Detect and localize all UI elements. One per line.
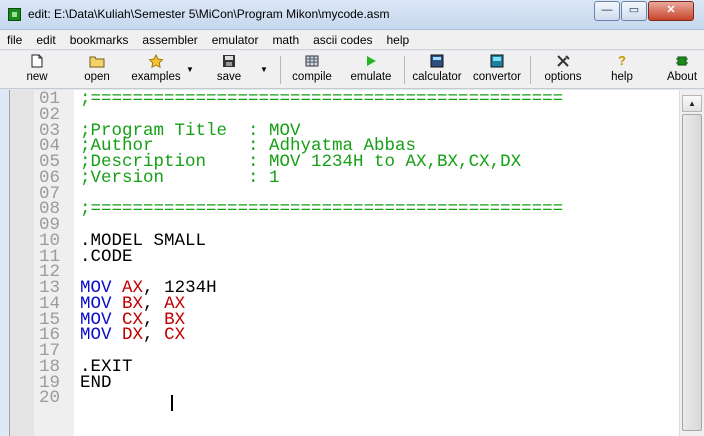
app-chip-icon bbox=[8, 8, 21, 21]
code-token: , bbox=[143, 325, 154, 346]
folder-icon bbox=[89, 56, 105, 68]
examples-label: examples bbox=[131, 71, 181, 83]
line-code: END bbox=[80, 372, 112, 393]
line-code: ;=======================================… bbox=[80, 199, 564, 220]
save-button[interactable]: save bbox=[210, 52, 248, 87]
toolbar-separator bbox=[530, 56, 531, 84]
line-code: MOV DX, CX bbox=[80, 325, 186, 346]
toolbar: new open examples ▼ save ▼ compile emula… bbox=[0, 51, 704, 89]
calculator-icon bbox=[430, 54, 444, 68]
open-label: open bbox=[84, 71, 110, 83]
menu-file[interactable]: file bbox=[7, 33, 22, 47]
close-button[interactable]: ✕ bbox=[648, 1, 694, 21]
menu-bar: file edit bookmarks assembler emulator m… bbox=[0, 30, 704, 50]
about-label: About bbox=[666, 71, 698, 83]
menu-assembler[interactable]: assembler bbox=[142, 33, 197, 47]
maximize-button[interactable]: ▭ bbox=[621, 1, 647, 21]
menu-help[interactable]: help bbox=[387, 33, 410, 47]
menu-edit[interactable]: edit bbox=[36, 33, 55, 47]
examples-button[interactable]: examples bbox=[128, 52, 184, 87]
chip-icon bbox=[676, 56, 688, 66]
chevron-down-icon: ▼ bbox=[186, 65, 194, 74]
comment-text: ;=======================================… bbox=[80, 199, 564, 220]
scroll-thumb[interactable] bbox=[682, 114, 702, 431]
line-code: ;=======================================… bbox=[80, 90, 564, 109]
code-token: .CODE bbox=[80, 246, 133, 267]
instruction-keyword: MOV bbox=[80, 325, 112, 346]
calculator-label: calculator bbox=[412, 71, 462, 83]
about-button[interactable]: About bbox=[662, 52, 702, 87]
menu-emulator[interactable]: emulator bbox=[212, 33, 259, 47]
new-label: new bbox=[26, 71, 48, 83]
grid-icon bbox=[305, 55, 319, 67]
code-editor[interactable]: 01 ;=====================================… bbox=[9, 90, 679, 436]
open-button[interactable]: open bbox=[78, 52, 116, 87]
vertical-scrollbar[interactable]: ▲ bbox=[679, 90, 704, 436]
new-button[interactable]: new bbox=[18, 52, 56, 87]
convertor-label: convertor bbox=[473, 71, 521, 83]
help-button[interactable]: ? help bbox=[603, 52, 641, 87]
help-label: help bbox=[611, 71, 633, 83]
compile-label: compile bbox=[292, 71, 332, 83]
menu-ascii-codes[interactable]: ascii codes bbox=[313, 33, 372, 47]
question-icon: ? bbox=[618, 53, 626, 68]
emulate-button[interactable]: emulate bbox=[345, 52, 397, 87]
toolbar-separator bbox=[404, 56, 405, 84]
tools-icon bbox=[557, 55, 570, 67]
emulate-label: emulate bbox=[350, 71, 392, 83]
line-code: ;Version : 1 bbox=[80, 167, 280, 188]
convertor-button[interactable]: convertor bbox=[469, 52, 525, 87]
menu-math[interactable]: math bbox=[272, 33, 299, 47]
gutter-margin bbox=[10, 90, 34, 436]
options-button[interactable]: options bbox=[538, 52, 588, 87]
save-label: save bbox=[216, 71, 242, 83]
text-caret bbox=[171, 395, 173, 411]
calculator-button[interactable]: calculator bbox=[408, 52, 466, 87]
chevron-down-icon: ▼ bbox=[260, 65, 268, 74]
scroll-up-button[interactable]: ▲ bbox=[682, 95, 702, 112]
menu-bookmarks[interactable]: bookmarks bbox=[70, 33, 129, 47]
save-dropdown[interactable]: ▼ bbox=[260, 52, 270, 87]
line-number: 20 bbox=[39, 388, 61, 409]
play-icon bbox=[367, 56, 376, 66]
window-title: edit: E:\Data\Kuliah\Semester 5\MiCon\Pr… bbox=[28, 7, 390, 21]
floppy-icon bbox=[223, 55, 235, 67]
examples-dropdown[interactable]: ▼ bbox=[186, 52, 196, 87]
convertor-icon bbox=[490, 54, 504, 68]
register-name: DX bbox=[122, 325, 144, 346]
toolbar-separator bbox=[280, 56, 281, 84]
title-bar: edit: E:\Data\Kuliah\Semester 5\MiCon\Pr… bbox=[0, 0, 704, 30]
comment-text: ;=======================================… bbox=[80, 90, 564, 109]
line-code: .CODE bbox=[80, 246, 133, 267]
code-token: SMALL bbox=[153, 230, 207, 251]
comment-text: ;Version : 1 bbox=[80, 167, 280, 188]
register-name: CX bbox=[164, 325, 186, 346]
code-token: END bbox=[80, 372, 112, 393]
minimize-button[interactable]: — bbox=[594, 1, 620, 21]
star-icon bbox=[148, 54, 164, 68]
document-icon bbox=[31, 54, 43, 68]
compile-button[interactable]: compile bbox=[287, 52, 337, 87]
options-label: options bbox=[544, 71, 582, 83]
